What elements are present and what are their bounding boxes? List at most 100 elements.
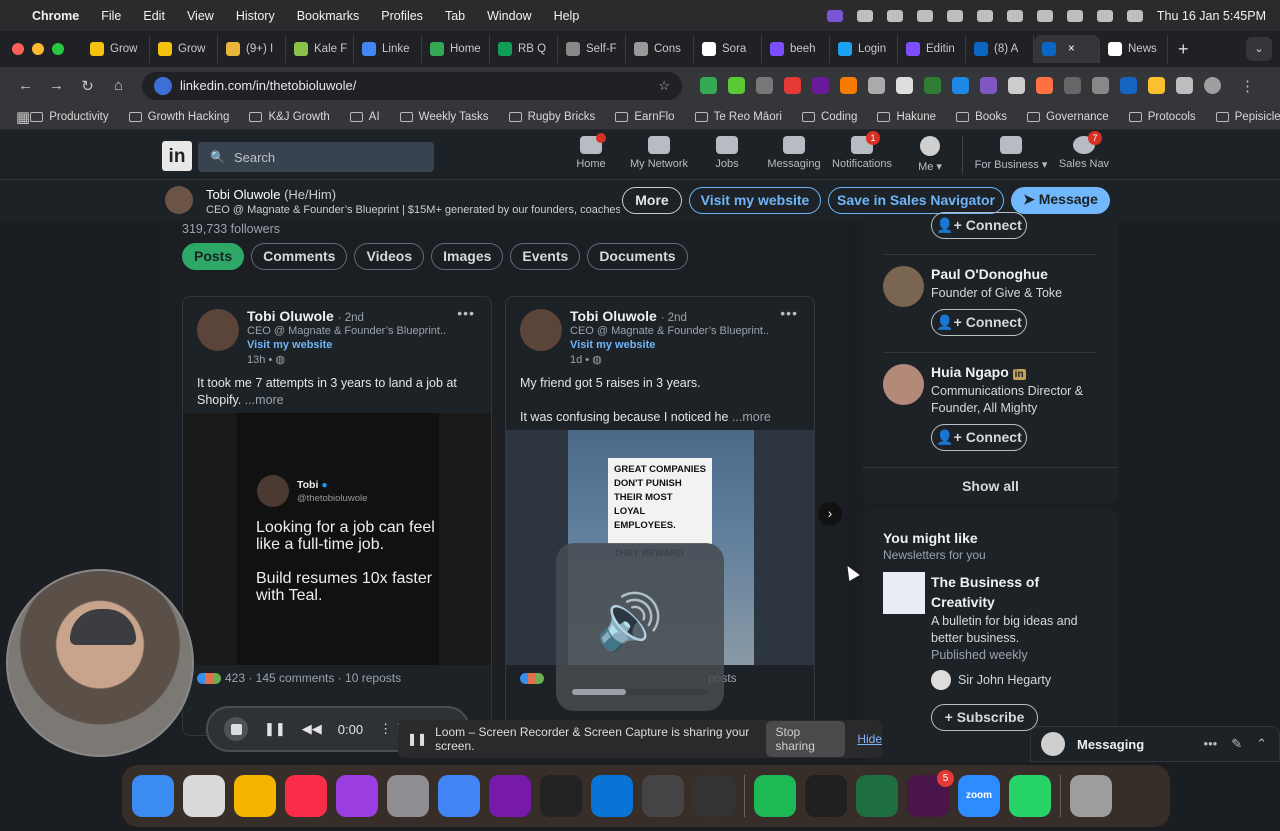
- extension-icon[interactable]: [868, 77, 885, 94]
- bookmark-folder[interactable]: Pepisicle: [1215, 111, 1280, 123]
- avatar[interactable]: [883, 266, 924, 307]
- bookmark-folder[interactable]: Growth Hacking: [128, 111, 229, 123]
- linkedin-logo[interactable]: in: [162, 141, 192, 171]
- site-info-icon[interactable]: [154, 76, 172, 95]
- author-name[interactable]: Tobi Oluwole: [570, 308, 657, 324]
- menu-file[interactable]: File: [101, 9, 121, 23]
- person-name-text[interactable]: Huia Ngapo: [931, 364, 1009, 380]
- browser-tab[interactable]: RB Q: [490, 35, 558, 63]
- nav-my-network[interactable]: My Network: [628, 136, 690, 170]
- nav-jobs[interactable]: Jobs: [713, 136, 741, 170]
- avatar[interactable]: [165, 186, 193, 214]
- nav-for-business[interactable]: For Business ▾: [973, 136, 1049, 171]
- stop-recording-button[interactable]: [224, 717, 248, 741]
- search-input[interactable]: 🔍 Search: [198, 142, 434, 172]
- extension-icon[interactable]: [980, 77, 997, 94]
- zoom-icon[interactable]: zoom: [958, 775, 1000, 817]
- avatar[interactable]: [931, 670, 951, 690]
- browser-tab[interactable]: Grow: [150, 35, 218, 63]
- nav-messaging[interactable]: Messaging: [767, 136, 821, 170]
- spotlight-icon[interactable]: [1096, 9, 1113, 22]
- bookmark-folder[interactable]: Governance: [1027, 111, 1109, 123]
- grammarly-extension-icon[interactable]: [700, 77, 717, 94]
- control-center-icon[interactable]: [1126, 9, 1143, 22]
- filter-documents[interactable]: Documents: [587, 243, 688, 270]
- menu-history[interactable]: History: [236, 9, 275, 23]
- extension-icon[interactable]: [1008, 77, 1025, 94]
- filter-images[interactable]: Images: [431, 243, 504, 270]
- status-icon[interactable]: [946, 9, 963, 22]
- photos-icon[interactable]: [234, 775, 276, 817]
- menu-help[interactable]: Help: [554, 9, 580, 23]
- extension-icon[interactable]: [840, 77, 857, 94]
- author-name[interactable]: Tobi Oluwole: [247, 308, 334, 324]
- profile-avatar[interactable]: [1204, 77, 1221, 94]
- bookmark-folder[interactable]: Books: [956, 111, 1007, 123]
- messaging-label[interactable]: Messaging: [1077, 737, 1144, 752]
- bookmark-folder[interactable]: Productivity: [30, 111, 109, 123]
- person-name[interactable]: Huia Ngapo in: [931, 364, 1026, 380]
- menu-edit[interactable]: Edit: [143, 9, 165, 23]
- post-stats[interactable]: 423 · 145 comments · 10 reposts: [197, 671, 401, 685]
- nav-me[interactable]: Me ▾: [913, 136, 947, 173]
- bookmark-folder[interactable]: Hakune: [877, 111, 936, 123]
- visit-website-link[interactable]: Visit my website: [247, 339, 332, 351]
- system-settings-icon[interactable]: [387, 775, 429, 817]
- vscode-icon[interactable]: [591, 775, 633, 817]
- compose-icon[interactable]: ✎: [1231, 736, 1242, 752]
- extension-icon[interactable]: [784, 77, 801, 94]
- nav-home[interactable]: Home: [573, 133, 609, 170]
- extensions-puzzle-icon[interactable]: [1176, 77, 1193, 94]
- menu-chrome[interactable]: Chrome: [32, 9, 79, 23]
- status-icon[interactable]: [916, 9, 933, 22]
- extension-icon[interactable]: [812, 77, 829, 94]
- address-bar[interactable]: linkedin.com/in/thetobioluwole/ ☆: [142, 71, 682, 100]
- more-options-icon[interactable]: •••: [1204, 736, 1218, 752]
- browser-tab[interactable]: News: [1100, 35, 1168, 63]
- bookmark-folder[interactable]: Coding: [801, 111, 857, 123]
- tab-search-button[interactable]: ⌄: [1246, 37, 1272, 61]
- extension-icon[interactable]: [1036, 77, 1053, 94]
- filter-comments[interactable]: Comments: [251, 243, 348, 270]
- back-icon[interactable]: ←: [10, 77, 41, 94]
- avatar[interactable]: [883, 364, 924, 405]
- nav-notifications[interactable]: 1 Notifications: [830, 131, 894, 170]
- chrome-icon[interactable]: [438, 775, 480, 817]
- home-icon[interactable]: ⌂: [103, 77, 134, 94]
- browser-tab[interactable]: Cons: [626, 35, 694, 63]
- post-author[interactable]: Tobi Oluwole · 2nd: [570, 308, 687, 324]
- new-tab-button[interactable]: +: [1178, 39, 1189, 60]
- person-name[interactable]: Paul O'Donoghue: [931, 266, 1048, 282]
- subscribe-button[interactable]: + Subscribe: [931, 704, 1038, 731]
- extension-icon[interactable]: [896, 77, 913, 94]
- connect-button[interactable]: 👤+ Connect: [931, 309, 1027, 336]
- hide-button[interactable]: Hide: [857, 732, 882, 746]
- menu-view[interactable]: View: [187, 9, 214, 23]
- browser-tab[interactable]: ×: [1034, 35, 1100, 63]
- nav-sales-nav[interactable]: 7 Sales Nav: [1058, 131, 1110, 170]
- screen-share-icon[interactable]: [826, 9, 843, 22]
- extension-icon[interactable]: [952, 77, 969, 94]
- menu-profiles[interactable]: Profiles: [381, 9, 423, 23]
- filter-videos[interactable]: Videos: [354, 243, 425, 270]
- close-tab-icon[interactable]: ×: [1068, 43, 1075, 55]
- minimize-window-button[interactable]: [32, 43, 44, 55]
- extension-icon[interactable]: [1092, 77, 1109, 94]
- extension-icon[interactable]: [728, 77, 745, 94]
- menu-tab[interactable]: Tab: [445, 9, 465, 23]
- visit-website-button[interactable]: Visit my website: [689, 187, 821, 214]
- newsletter-author[interactable]: Sir John Hegarty: [958, 673, 1051, 687]
- podcasts-icon[interactable]: [336, 775, 378, 817]
- see-more-link[interactable]: ...more: [245, 393, 284, 407]
- launchpad-icon[interactable]: [183, 775, 225, 817]
- extension-icon[interactable]: [756, 77, 773, 94]
- browser-tab[interactable]: (8) A: [966, 35, 1034, 63]
- stop-sharing-button[interactable]: Stop sharing: [765, 721, 846, 757]
- show-all-button[interactable]: Show all: [863, 478, 1118, 494]
- visit-website-link[interactable]: Visit my website: [570, 339, 655, 351]
- extension-icon[interactable]: [1064, 77, 1081, 94]
- browser-tab[interactable]: Kale F: [286, 35, 354, 63]
- ipad-app-icon[interactable]: [642, 775, 684, 817]
- browser-tab[interactable]: Grow: [82, 35, 150, 63]
- maximize-window-button[interactable]: [52, 43, 64, 55]
